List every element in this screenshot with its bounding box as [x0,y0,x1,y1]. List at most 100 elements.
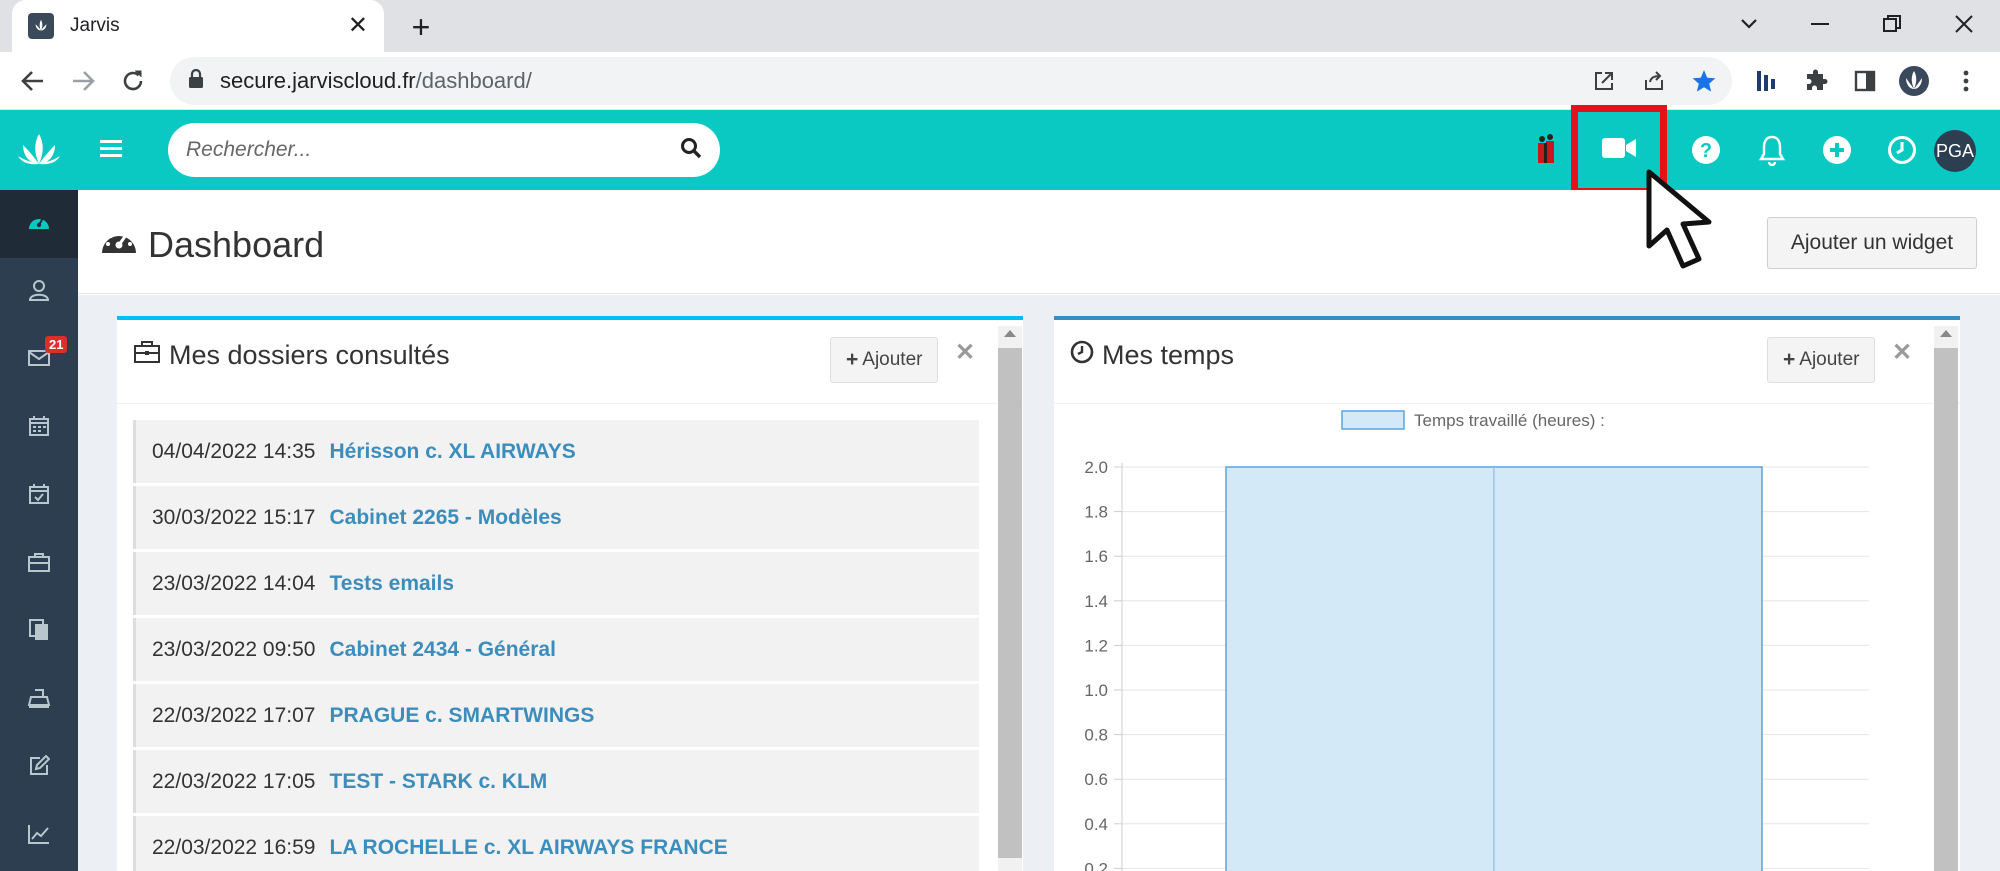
dossier-link[interactable]: LA ROCHELLE c. XL AIRWAYS FRANCE [330,836,728,860]
hamburger-menu-icon[interactable] [100,138,122,163]
sidebar-item-billing[interactable] [0,666,78,734]
dashboard-gauge-icon [100,224,148,266]
scroll-up-arrow-icon[interactable] [1940,330,1952,337]
legend-swatch [1341,410,1405,430]
dossier-date: 22/03/2022 17:05 [152,769,316,793]
dossier-link[interactable]: Cabinet 2434 - Général [330,638,556,662]
cash-register-icon [27,687,51,714]
sidebar-item-mail[interactable]: 21 [0,326,78,394]
help-icon[interactable]: ? [1684,128,1728,172]
sidebar-item-contacts[interactable] [0,258,78,326]
sidebar-item-calendar[interactable] [0,394,78,462]
widget-temps-title-text: Mes temps [1102,340,1235,370]
scroll-up-arrow-icon[interactable] [1004,330,1016,337]
reload-icon[interactable] [114,62,152,100]
plus-icon: + [1783,348,1796,371]
dossier-date: 22/03/2022 17:07 [152,703,316,727]
browser-tabstrip: Jarvis ✕ + [0,0,2000,52]
browser-menu-icon[interactable] [1950,65,1982,97]
close-widget-icon[interactable]: ✕ [1892,338,1912,367]
y-tick-label: 1.4 [1084,592,1108,611]
close-window-icon[interactable] [1942,6,1986,42]
back-arrow-icon[interactable] [14,62,52,100]
tab-search-chevron-icon[interactable] [1727,6,1771,42]
list-item: 22/03/2022 17:05 TEST - STARK c. KLM [133,750,979,813]
clock-icon[interactable] [1880,128,1924,172]
y-tick-label: 0.8 [1084,726,1108,745]
clock-icon [1070,340,1102,371]
dossier-link[interactable]: TEST - STARK c. KLM [330,770,548,794]
list-item: 23/03/2022 09:50 Cabinet 2434 - Général [133,618,979,681]
dossier-date: 22/03/2022 16:59 [152,835,316,859]
y-tick-label: 0.6 [1084,770,1108,789]
minimize-icon[interactable] [1798,6,1842,42]
sidebar-item-dossiers[interactable] [0,530,78,598]
widget-dossiers-header: Mes dossiers consultés + Ajouter ✕ [117,320,1023,404]
list-item: 04/04/2022 14:35 Hérisson c. XL AIRWAYS [133,420,979,483]
jarvis-favicon-icon [28,13,54,39]
widget-temps-header: Mes temps + Ajouter ✕ [1054,320,1960,404]
mail-count-badge: 21 [45,336,68,353]
browser-tab[interactable]: Jarvis ✕ [12,0,384,52]
plus-icon: + [846,348,859,371]
add-widget-button[interactable]: Ajouter un widget [1767,217,1977,269]
calendar-icon [28,415,50,442]
dossier-date: 30/03/2022 15:17 [152,505,316,529]
extension-bars-icon[interactable] [1750,65,1782,97]
scrollbar-thumb[interactable] [1934,348,1958,871]
user-avatar[interactable]: PGA [1934,130,1976,172]
temps-bar-chart: Temps travaillé (heures) : 2.0 1.8 1.6 1.4 1.… [1084,410,1869,871]
people-icon[interactable] [1524,128,1568,172]
dossier-link[interactable]: Cabinet 2265 - Modèles [330,506,562,530]
list-item: 23/03/2022 14:04 Tests emails [133,552,979,615]
search-icon[interactable] [680,137,702,164]
scrollbar-thumb[interactable] [998,348,1022,858]
widget-temps-scrollbar[interactable] [1934,326,1958,871]
list-item: 30/03/2022 15:17 Cabinet 2265 - Modèles [133,486,979,549]
dashboard-icon [27,212,51,237]
sidebar-item-tasks[interactable] [0,462,78,530]
app-sidebar: 21 [0,110,78,871]
add-temps-button[interactable]: + Ajouter [1767,337,1876,383]
tab-title: Jarvis [70,15,120,36]
widget-dossiers-scrollbar[interactable] [998,326,1022,871]
new-tab-icon[interactable]: + [404,10,438,44]
add-circle-icon[interactable] [1815,128,1859,172]
lock-icon[interactable] [188,68,204,94]
jarvis-logo-icon[interactable] [0,110,78,190]
sidebar-item-documents[interactable] [0,598,78,666]
search-input[interactable] [186,138,680,162]
dossiers-list: 04/04/2022 14:35 Hérisson c. XL AIRWAYS … [133,420,979,871]
sidebar-item-edit[interactable] [0,734,78,802]
address-bar[interactable]: secure.jarviscloud.fr/dashboard/ [170,57,1732,105]
puzzle-extensions-icon[interactable] [1800,65,1832,97]
close-widget-icon[interactable]: ✕ [955,338,975,367]
y-tick-label: 0.4 [1084,815,1108,834]
share-icon[interactable] [1638,65,1670,97]
mouse-cursor-icon [1645,168,1741,277]
sidebar-item-stats[interactable] [0,802,78,870]
side-panel-icon[interactable] [1849,65,1881,97]
bookmark-star-icon[interactable] [1688,65,1720,97]
dossier-link[interactable]: Hérisson c. XL AIRWAYS [330,440,576,464]
page-title: Dashboard [100,224,324,266]
dossier-link[interactable]: PRAGUE c. SMARTWINGS [330,704,595,728]
calendar-check-icon [28,483,50,510]
dossier-link[interactable]: Tests emails [330,572,455,596]
add-dossier-label: Ajouter [862,349,923,370]
dossier-date: 23/03/2022 09:50 [152,637,316,661]
profile-avatar-icon[interactable] [1898,65,1930,97]
widget-temps: Mes temps + Ajouter ✕ Temps travaillé (he… [1054,316,1960,871]
open-in-app-icon[interactable] [1588,65,1620,97]
restore-icon[interactable] [1870,6,1914,42]
add-dossier-button[interactable]: + Ajouter [830,337,939,383]
bell-icon[interactable] [1750,128,1794,172]
video-camera-icon [1601,135,1637,166]
add-temps-label: Ajouter [1799,349,1860,370]
legend-label: Temps travaillé (heures) : [1414,411,1605,430]
url-text: secure.jarviscloud.fr/dashboard/ [220,68,532,93]
svg-text:?: ? [1700,140,1712,162]
tab-close-icon[interactable]: ✕ [348,14,368,38]
sidebar-item-dashboard[interactable] [0,190,78,258]
forward-arrow-icon[interactable] [64,62,102,100]
